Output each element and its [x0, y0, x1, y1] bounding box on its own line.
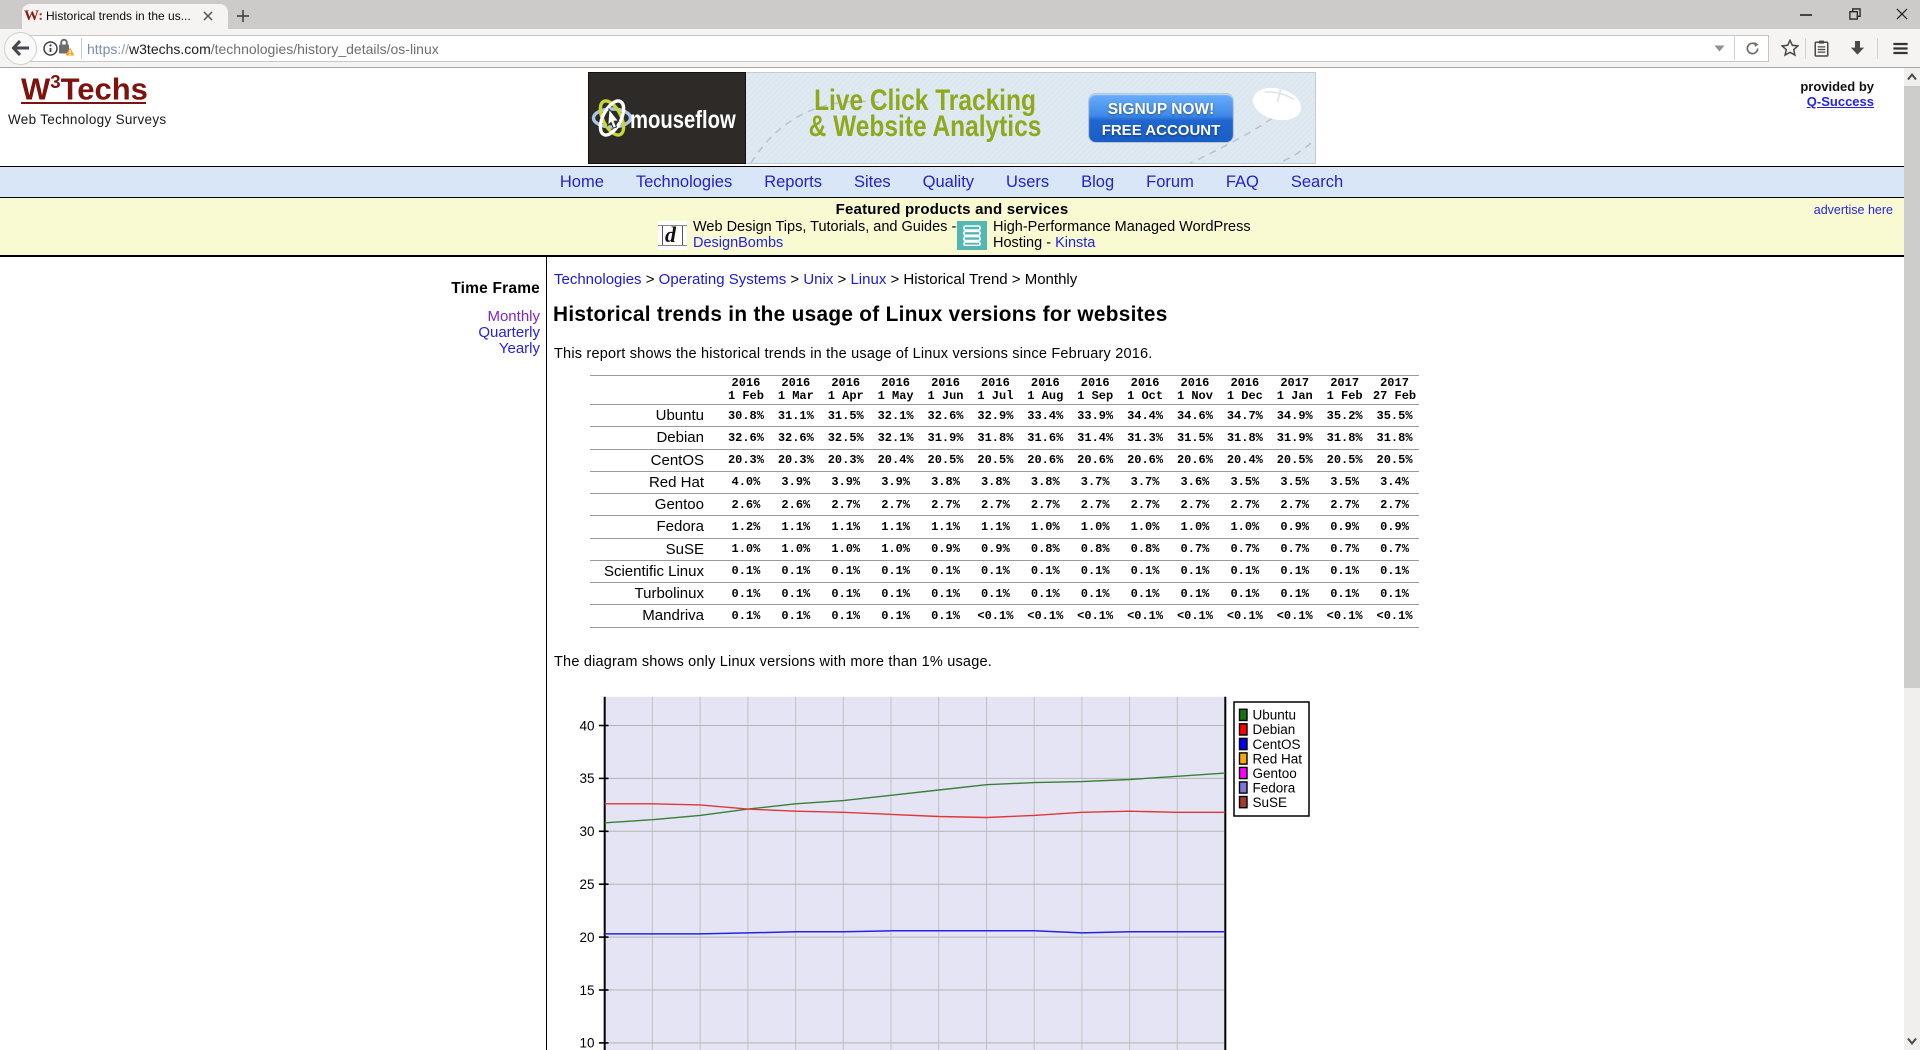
svg-text:Red Hat: Red Hat: [1253, 751, 1303, 766]
svg-text:15: 15: [579, 983, 594, 998]
svg-text:SuSE: SuSE: [1253, 795, 1288, 810]
svg-text:20: 20: [579, 930, 594, 945]
svg-text:25: 25: [579, 877, 594, 892]
svg-text:40: 40: [579, 718, 594, 733]
svg-text:CentOS: CentOS: [1253, 737, 1301, 752]
svg-text:35: 35: [579, 771, 594, 786]
svg-text:Ubuntu: Ubuntu: [1253, 708, 1297, 723]
svg-text:10: 10: [579, 1036, 594, 1050]
svg-text:Debian: Debian: [1253, 722, 1296, 737]
svg-text:Fedora: Fedora: [1253, 780, 1296, 795]
svg-text:Gentoo: Gentoo: [1253, 766, 1297, 781]
svg-text:30: 30: [579, 824, 594, 839]
